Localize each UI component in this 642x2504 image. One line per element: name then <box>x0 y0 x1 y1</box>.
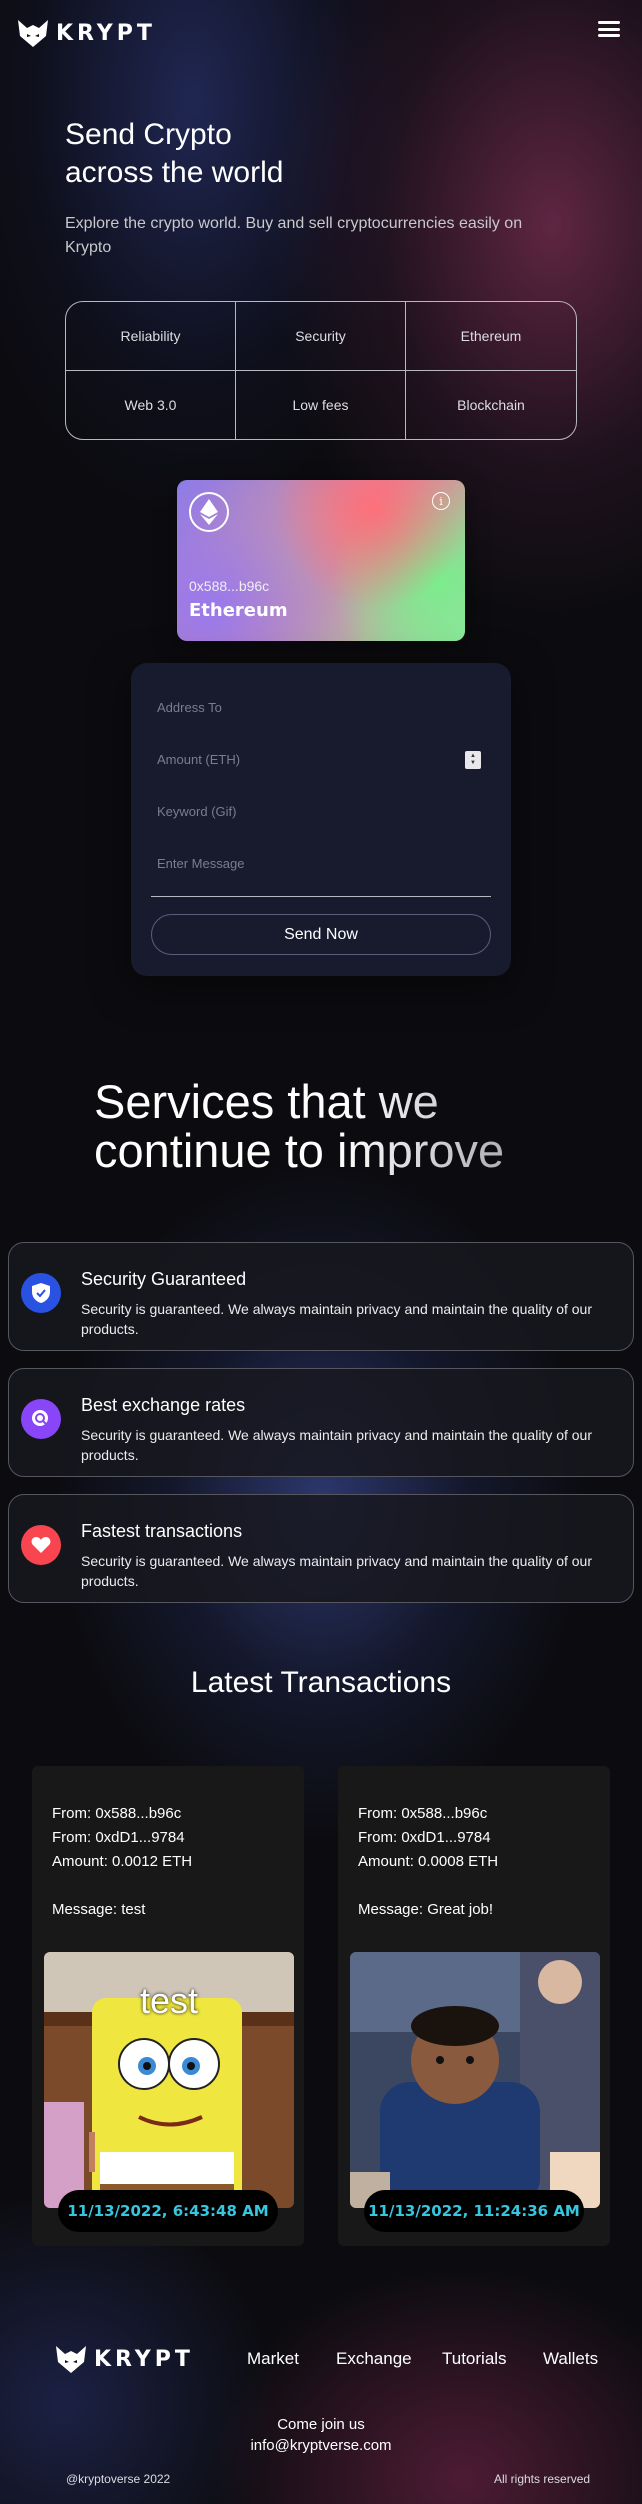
footer-rights: All rights reserved <box>494 2472 591 2486</box>
footer-link-market[interactable]: Market <box>247 2349 299 2369</box>
service-card-fastest: Fastest transactions Security is guarant… <box>8 1494 634 1603</box>
heart-icon <box>21 1525 61 1565</box>
transaction-gif <box>350 1952 600 2208</box>
ethereum-icon <box>189 492 229 532</box>
tx-from[interactable]: From: 0x588...b96c <box>52 1802 192 1826</box>
service-card-security: Security Guaranteed Security is guarante… <box>8 1242 634 1351</box>
hamburger-menu-icon[interactable] <box>598 21 620 37</box>
logo-text: KRYPT <box>94 2346 194 2372</box>
gif-caption: test <box>139 1980 199 2021</box>
form-divider <box>151 896 491 897</box>
feature-blockchain: Blockchain <box>457 396 525 413</box>
logo-text: KRYPT <box>56 20 156 46</box>
hero-title: Send Crypto across the world <box>65 118 284 189</box>
transaction-timestamp: 11/13/2022, 11:24:36 AM <box>364 2190 584 2232</box>
header-logo[interactable]: KRYPT <box>16 16 156 50</box>
footer-handle: @kryptoverse 2022 <box>66 2472 171 2486</box>
address-to-input[interactable]: Address To <box>157 689 487 725</box>
transaction-details: From: 0x588...b96c From: 0xdD1...9784 Am… <box>52 1802 192 1922</box>
tx-to[interactable]: From: 0xdD1...9784 <box>52 1826 192 1850</box>
transaction-timestamp: 11/13/2022, 6:43:48 AM <box>58 2190 278 2232</box>
join-text: Come join us <box>277 2416 365 2433</box>
network-name: Ethereum <box>189 600 288 621</box>
feature-reliability: Reliability <box>66 302 236 371</box>
footer-link-exchange[interactable]: Exchange <box>336 2349 412 2369</box>
transaction-card: From: 0x588...b96c From: 0xdD1...9784 Am… <box>338 1766 610 2246</box>
service-description: Security is guaranteed. We always mainta… <box>81 1301 593 1337</box>
footer-logo[interactable]: KRYPT <box>54 2342 194 2376</box>
service-title: Best exchange rates <box>81 1395 246 1415</box>
feature-web3: Web 3.0 <box>66 370 236 439</box>
info-icon[interactable]: i <box>432 492 450 510</box>
feature-low-fees: Low fees <box>236 370 406 439</box>
feature-security: Security <box>236 302 406 371</box>
footer-contact: Come join us info@kryptverse.com <box>0 2414 642 2456</box>
tx-message: Message: test <box>52 1901 146 1918</box>
fox-logo-icon <box>18 20 48 47</box>
footer-link-tutorials[interactable]: Tutorials <box>442 2349 507 2369</box>
wallet-address: 0x588...b96c <box>189 578 270 594</box>
tx-to[interactable]: From: 0xdD1...9784 <box>358 1826 498 1850</box>
transaction-card: From: 0x588...b96c From: 0xdD1...9784 Am… <box>32 1766 304 2246</box>
service-description: Security is guaranteed. We always mainta… <box>81 1427 593 1463</box>
tx-message: Message: Great job! <box>358 1901 494 1918</box>
service-title: Security Guaranteed <box>81 1269 247 1289</box>
feature-grid: Reliability Security Ethereum Web 3.0 Lo… <box>65 301 577 440</box>
tx-amount: Amount: 0.0012 ETH <box>52 1853 193 1870</box>
transaction-details: From: 0x588...b96c From: 0xdD1...9784 Am… <box>358 1802 498 1922</box>
amount-stepper-icon[interactable]: ▲ ▼ <box>465 751 481 769</box>
service-description: Security is guaranteed. We always mainta… <box>81 1553 593 1589</box>
search-icon <box>21 1399 61 1439</box>
hero-subtitle: Explore the crypto world. Buy and sell c… <box>65 215 523 256</box>
message-input[interactable]: Enter Message <box>157 845 487 881</box>
amount-input[interactable]: Amount (ETH) ▲ ▼ <box>157 741 487 777</box>
services-title: Services that we continue to improve <box>94 1077 574 1175</box>
send-form: Address To Amount (ETH) ▲ ▼ Keyword (Gif)… <box>131 663 511 976</box>
feature-ethereum: Ethereum <box>406 302 576 371</box>
service-title: Fastest transactions <box>81 1521 243 1541</box>
send-now-button[interactable]: Send Now <box>151 914 491 955</box>
tx-from[interactable]: From: 0x588...b96c <box>358 1802 498 1826</box>
contact-email[interactable]: info@kryptverse.com <box>0 2435 642 2456</box>
keyword-input[interactable]: Keyword (Gif) <box>157 793 487 829</box>
fox-logo-icon <box>56 2346 86 2373</box>
service-card-exchange: Best exchange rates Security is guarante… <box>8 1368 634 1477</box>
shield-check-icon <box>21 1273 61 1313</box>
footer-link-wallets[interactable]: Wallets <box>543 2349 598 2369</box>
amount-placeholder: Amount (ETH) <box>157 751 241 767</box>
tx-amount: Amount: 0.0008 ETH <box>358 1853 499 1870</box>
ethereum-card: i 0x588...b96c Ethereum <box>177 480 465 641</box>
transaction-gif: test <box>44 1952 294 2208</box>
transactions-title: Latest Transactions <box>190 1666 452 1699</box>
